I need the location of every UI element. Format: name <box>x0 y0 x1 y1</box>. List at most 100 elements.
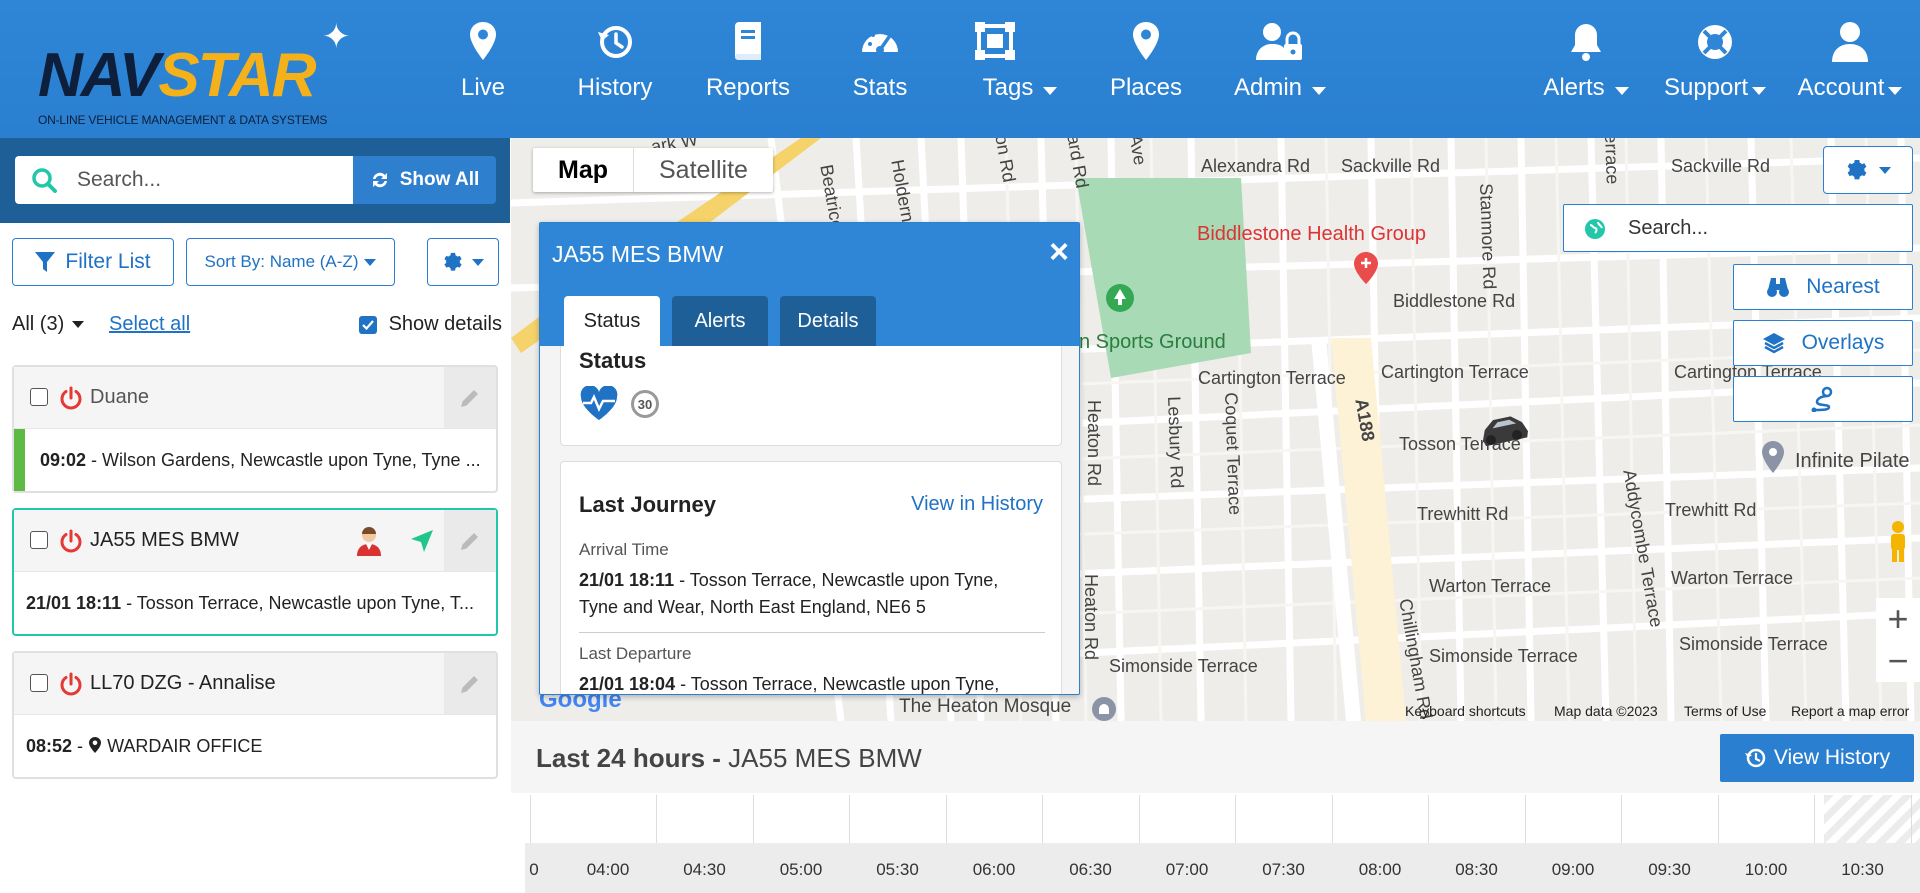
timeline-tick-label: 08:30 <box>1455 860 1498 879</box>
vehicle-checkbox[interactable] <box>30 388 48 406</box>
edit-vehicle-button[interactable] <box>444 510 496 571</box>
vehicle-card-duane[interactable]: Duane 09:02 - Wilson Gardens, Newcastle … <box>12 365 498 493</box>
chevron-down-icon <box>1312 86 1327 95</box>
timeline-tick-label: 04:30 <box>683 860 726 879</box>
map-label: Sackville Rd <box>1341 156 1441 176</box>
filter-list-button[interactable]: Filter List <box>12 238 174 286</box>
timeline-chart[interactable]: 0 04:00 04:30 05:00 05:30 06:00 06:30 07:00 07:3… <box>525 795 1920 893</box>
lifebuoy-icon <box>1698 25 1732 59</box>
nav-tags[interactable]: Tags <box>975 20 1065 110</box>
layers-icon <box>1762 333 1785 354</box>
map-label-poi: The Heaton Mosque <box>899 696 1072 717</box>
vehicle-card-ll70-dzg[interactable]: LL70 DZG - Annalise 08:52 - WARDAIR OFFI… <box>12 651 498 779</box>
report-map-error-link[interactable]: Report a map error <box>1791 703 1909 719</box>
pencil-icon <box>461 532 478 550</box>
select-all-link[interactable]: Select all <box>109 313 190 336</box>
nav-account[interactable]: Account <box>1790 20 1910 110</box>
navstar-logo[interactable]: ✦ NAVSTAR ON-LINE VEHICLE MANAGEMENT & D… <box>30 20 360 127</box>
nav-stats[interactable]: Stats <box>850 20 910 110</box>
pegman-icon[interactable] <box>1881 520 1915 564</box>
vehicle-checkbox[interactable] <box>30 531 48 549</box>
nav-account-label: Account <box>1797 74 1885 101</box>
vehicle-time: 08:52 <box>26 736 73 756</box>
route-button[interactable] <box>1733 376 1913 422</box>
nav-admin[interactable]: Admin <box>1230 20 1330 110</box>
map-label: Simonside Terrace <box>1109 656 1258 676</box>
binoculars-icon <box>1767 278 1790 297</box>
nav-reports-label: Reports <box>705 74 791 101</box>
map-label-poi: n Sports Ground <box>1079 331 1226 353</box>
view-in-history-link[interactable]: View in History <box>911 493 1043 516</box>
place-pin-icon <box>1762 441 1784 473</box>
speed-limit-badge: 30 <box>631 390 659 418</box>
nav-live[interactable]: Live <box>455 20 511 110</box>
map-type-map-button[interactable]: Map <box>533 148 634 192</box>
keyboard-shortcuts-link[interactable]: Keyboard shortcuts <box>1405 703 1526 719</box>
nearest-label: Nearest <box>1806 275 1880 298</box>
power-icon <box>60 386 82 410</box>
show-details-toggle[interactable]: Show details <box>358 313 502 336</box>
group-dropdown[interactable]: All (3) <box>12 313 85 336</box>
show-details-checkbox[interactable] <box>358 315 377 334</box>
vehicle-card-details: 21/01 18:11 - Tosson Terrace, Newcastle … <box>26 593 474 613</box>
timeline-tick-label: 07:30 <box>1262 860 1305 879</box>
timeline-tick-label: 0 <box>529 860 539 879</box>
map-label: Heaton Rd <box>1081 574 1101 661</box>
zoom-out-button[interactable]: − <box>1876 640 1920 682</box>
history-icon <box>598 26 632 58</box>
close-icon[interactable]: × <box>1049 235 1069 269</box>
timeline-tick-label: 09:00 <box>1551 860 1595 879</box>
nav-places[interactable]: Places <box>1108 20 1184 110</box>
vehicle-name: JA55 MES BMW <box>90 529 239 551</box>
overlays-button[interactable]: Overlays <box>1733 320 1913 366</box>
place-pin-icon <box>1133 22 1159 60</box>
map-label: Trewhitt Rd <box>1665 500 1757 520</box>
zoom-in-button[interactable]: + <box>1876 598 1920 640</box>
vehicle-time: 21/01 18:11 <box>26 593 122 613</box>
nav-alerts[interactable]: Alerts <box>1540 20 1632 110</box>
map-type-satellite-button[interactable]: Satellite <box>634 148 773 192</box>
status-indicator-bar <box>14 429 25 491</box>
timeline-title: Last 24 hours - JA55 MES BMW <box>536 743 922 774</box>
vehicle-card-details: 09:02 - Wilson Gardens, Newcastle upon T… <box>14 429 496 491</box>
tab-alerts[interactable]: Alerts <box>672 296 768 346</box>
health-pin-icon <box>1354 252 1378 284</box>
nav-reports[interactable]: Reports <box>702 20 794 110</box>
tab-status[interactable]: Status <box>564 296 660 346</box>
sort-dropdown[interactable]: Sort By: Name (A-Z) <box>186 238 395 286</box>
map-label-poi: Infinite Pilate <box>1795 450 1910 472</box>
edit-vehicle-button[interactable] <box>444 367 496 428</box>
nav-history[interactable]: History <box>570 20 660 110</box>
map-label: Coquet Terrace <box>1221 392 1246 516</box>
vehicle-checkbox[interactable] <box>30 674 48 692</box>
list-settings-button[interactable] <box>427 238 499 286</box>
map-search-input[interactable] <box>1628 213 1888 243</box>
map-label: Alexandra Rd <box>1201 156 1311 176</box>
show-all-label: Show All <box>399 169 480 190</box>
heartbeat-icon <box>580 386 618 420</box>
timeline-hatch <box>1824 795 1920 843</box>
timeline-gridline <box>530 795 531 843</box>
vehicle-card-ja55-mes-bmw[interactable]: JA55 MES BMW 21/01 18:11 - Tosson Terrac… <box>12 508 498 636</box>
view-history-button[interactable]: View History <box>1720 734 1914 782</box>
vehicle-card-header: LL70 DZG - Annalise <box>14 653 496 715</box>
edit-vehicle-button[interactable] <box>444 653 496 714</box>
arrival-time-value: 21/01 18:11 <box>579 570 675 590</box>
nav-support[interactable]: Support <box>1660 20 1770 110</box>
vehicle-car-icon[interactable] <box>1477 410 1531 448</box>
tab-details[interactable]: Details <box>780 296 876 346</box>
vehicle-name: Duane <box>90 386 149 408</box>
timeline-panel: Last 24 hours - JA55 MES BMW View Histor… <box>511 721 1920 893</box>
map-settings-button[interactable] <box>1823 146 1913 194</box>
vehicle-search-input[interactable] <box>77 162 337 198</box>
timeline-gridline <box>1717 795 1719 843</box>
navigation-arrow-icon <box>411 530 433 552</box>
nearest-button[interactable]: Nearest <box>1733 264 1913 310</box>
map-data-attribution: Map data ©2023 <box>1554 703 1658 719</box>
logo-word-star: STAR <box>158 41 316 110</box>
search-icon <box>32 168 57 193</box>
nav-stats-label: Stats <box>852 74 908 101</box>
show-all-button[interactable]: Show All <box>353 156 496 204</box>
terms-of-use-link[interactable]: Terms of Use <box>1684 703 1766 719</box>
map-search-box <box>1563 204 1913 252</box>
